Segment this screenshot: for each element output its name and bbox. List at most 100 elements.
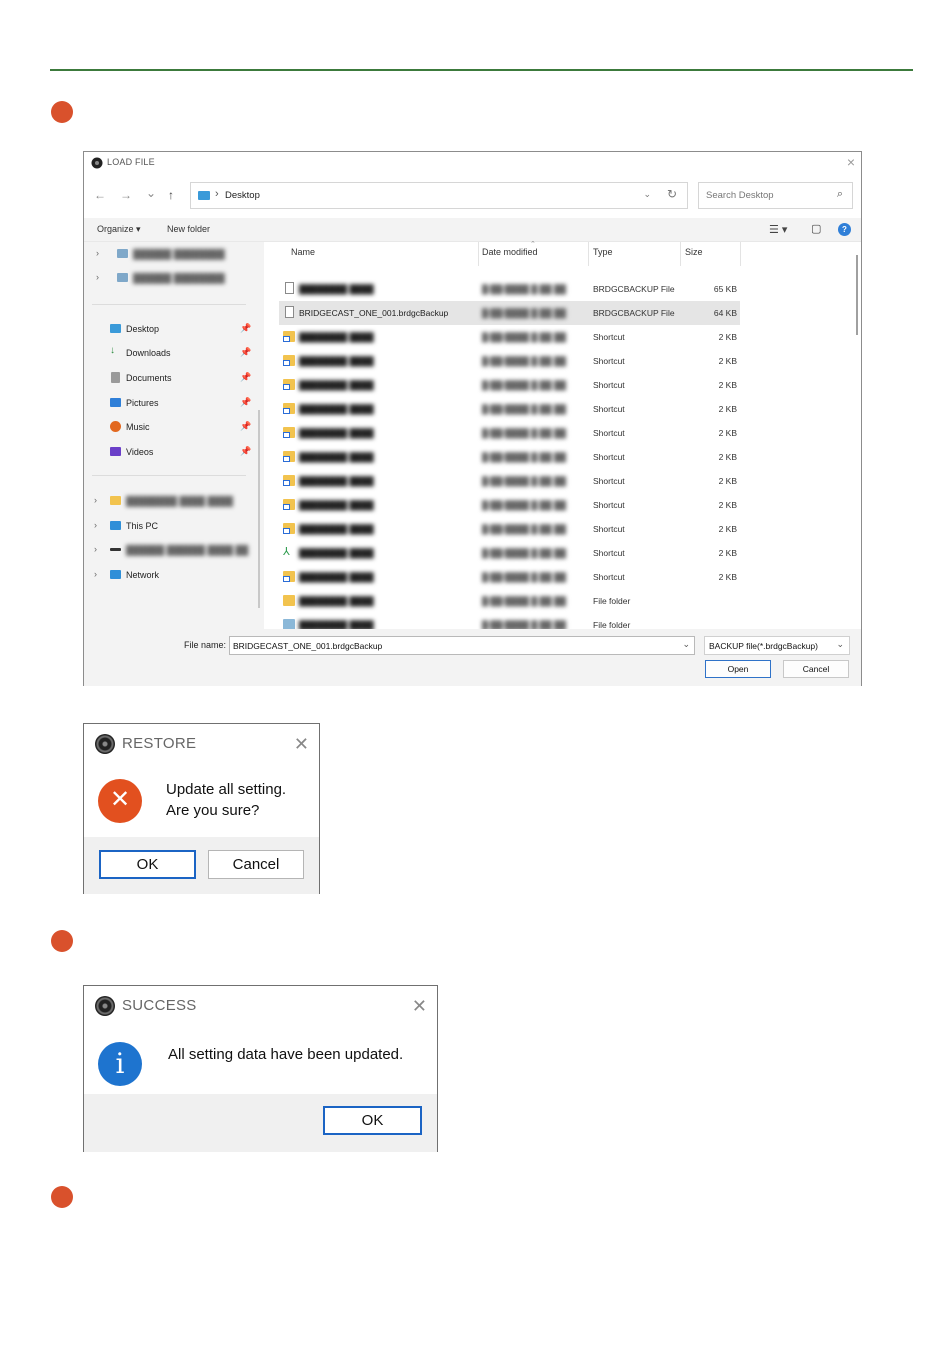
cancel-button[interactable]: Cancel xyxy=(783,660,849,678)
file-list-scrollbar[interactable] xyxy=(856,255,858,335)
sidebar-item-label: ██████ ████████ xyxy=(133,249,225,259)
table-row[interactable]: ████████ ████ █/██/████ █:██ ██ Shortcut 2 … xyxy=(279,397,740,421)
search-icon[interactable]: ⌕ xyxy=(837,188,843,201)
file-type-select[interactable]: BACKUP file(*.brdgcBackup) ⌄ xyxy=(704,636,850,655)
close-icon[interactable]: ✕ xyxy=(294,731,309,757)
sidebar-item-pictures[interactable]: Pictures 📌 xyxy=(84,395,254,413)
success-dialog: SUCCESS ✕ i All setting data have been u… xyxy=(83,985,438,1152)
table-row[interactable]: ████████ ████ █/██/████ █:██ ██ Shortcut 2 … xyxy=(279,517,740,541)
refresh-icon[interactable]: ↻ xyxy=(667,187,677,201)
column-header-name[interactable]: Name xyxy=(291,247,315,267)
sidebar-item-downloads[interactable]: ↓ Downloads 📌 xyxy=(84,345,254,363)
column-separator[interactable] xyxy=(588,242,589,266)
sidebar-item-documents[interactable]: Documents 📌 xyxy=(84,370,254,388)
file-date-cell: █/██/████ █:██ ██ xyxy=(482,404,567,414)
pin-icon[interactable]: 📌 xyxy=(240,421,251,432)
up-arrow-icon[interactable]: ↑ xyxy=(168,188,174,202)
table-row[interactable]: ████████ ████ █/██/████ █:██ ██ File folde… xyxy=(279,589,740,613)
sidebar-item-desktop[interactable]: Desktop 📌 xyxy=(84,321,254,339)
pin-icon[interactable]: 📌 xyxy=(240,347,251,358)
search-input[interactable]: Search Desktop ⌕ xyxy=(698,182,853,209)
chevron-right-icon[interactable]: › xyxy=(94,520,97,530)
app-icon xyxy=(95,734,115,754)
ok-button[interactable]: OK xyxy=(99,850,196,879)
ok-button[interactable]: OK xyxy=(323,1106,422,1135)
file-size-cell: 2 KB xyxy=(718,380,737,390)
close-icon[interactable]: × xyxy=(847,154,855,170)
table-row[interactable]: ████████ ████ █/██/████ █:██ ██ BRDGCBACKU… xyxy=(279,277,740,301)
breadcrumb-desktop[interactable]: Desktop xyxy=(225,190,260,201)
back-arrow-icon[interactable]: ← xyxy=(94,188,106,202)
file-date-cell: █/██/████ █:██ ██ xyxy=(482,308,567,318)
help-icon[interactable]: ? xyxy=(838,223,851,236)
file-name-cell: ████████ ████ xyxy=(299,572,374,582)
sidebar-item-blurred[interactable]: › ██████ ████████ xyxy=(84,246,254,264)
column-separator[interactable] xyxy=(680,242,681,266)
address-bar[interactable]: › Desktop ⌄ ↻ xyxy=(190,182,688,209)
chevron-down-icon[interactable]: ⌄ xyxy=(836,639,844,650)
table-row[interactable]: BRIDGECAST_ONE_001.brdgcBackup █/██/████ … xyxy=(279,301,740,325)
navigation-pane: › ██████ ████████ › ██████ ████████ Desk… xyxy=(84,242,264,629)
table-row[interactable]: ████████ ████ █/██/████ █:██ ██ Shortcut 2 … xyxy=(279,349,740,373)
close-icon[interactable]: ✕ xyxy=(412,993,427,1019)
column-separator[interactable] xyxy=(478,242,479,266)
step-marker-2 xyxy=(51,930,73,952)
table-row[interactable]: ████████ ████ █/██/████ █:██ ██ Shortcut 2 … xyxy=(279,325,740,349)
table-row[interactable]: ████████ ████ █/██/████ █:██ ██ Shortcut 2 … xyxy=(279,421,740,445)
sidebar-item-blurred[interactable]: › ██████ ██████ ████ ██ xyxy=(84,542,254,560)
file-name-cell: ████████ ████ xyxy=(299,524,374,534)
file-date-cell: █/██/████ █:██ ██ xyxy=(482,572,567,582)
cancel-button[interactable]: Cancel xyxy=(208,850,304,879)
chevron-right-icon[interactable]: › xyxy=(96,272,99,282)
table-row[interactable]: ████████ ████ █/██/████ █:██ ██ Shortcut 2 … xyxy=(279,373,740,397)
shortcut-folder-icon xyxy=(283,355,295,366)
file-size-cell: 2 KB xyxy=(718,428,737,438)
file-name-input[interactable]: BRIDGECAST_ONE_001.brdgcBackup ⌄ xyxy=(229,636,695,655)
pictures-icon xyxy=(110,398,121,407)
table-row[interactable]: ████████ ████ █/██/████ █:██ ██ Shortcut 2 … xyxy=(279,445,740,469)
header-rule xyxy=(50,69,913,71)
view-options-icon[interactable]: ☰ ▾ xyxy=(769,223,787,236)
table-row[interactable]: ████████ ████ █/██/████ █:██ ██ Shortcut 2 … xyxy=(279,565,740,589)
pin-icon[interactable]: 📌 xyxy=(240,397,251,408)
chevron-right-icon[interactable]: › xyxy=(96,248,99,258)
table-row[interactable]: ████████ ████ █/██/████ █:██ ██ Shortcut 2 … xyxy=(279,493,740,517)
preview-pane-icon[interactable]: ▢ xyxy=(811,222,821,235)
chevron-right-icon[interactable]: › xyxy=(94,544,97,554)
file-date-cell: █/██/████ █:██ ██ xyxy=(482,428,567,438)
column-header-size[interactable]: Size xyxy=(685,247,703,267)
file-type-cell: File folder xyxy=(593,596,631,606)
pin-icon[interactable]: 📌 xyxy=(240,446,251,457)
navigation-scrollbar[interactable] xyxy=(258,410,260,608)
sidebar-item-videos[interactable]: Videos 📌 xyxy=(84,444,254,462)
error-icon: ✕ xyxy=(98,779,142,823)
file-date-cell: █/██/████ █:██ ██ xyxy=(482,524,567,534)
sidebar-item-music[interactable]: Music 📌 xyxy=(84,419,254,437)
sidebar-item-label: Music xyxy=(126,422,150,432)
organize-button[interactable]: Organize ▾ xyxy=(97,224,141,235)
recent-locations-icon[interactable]: ⌄ xyxy=(146,186,156,200)
table-row[interactable]: ⅄ ████████ ████ █/██/████ █:██ ██ Shortcut 2… xyxy=(279,541,740,565)
sidebar-item-blurred[interactable]: › ████████ ████ ████ xyxy=(84,493,254,511)
column-header-date[interactable]: Date modified xyxy=(482,247,538,267)
pin-icon[interactable]: 📌 xyxy=(240,323,251,334)
sidebar-item-this-pc[interactable]: › This PC xyxy=(84,518,254,536)
column-separator[interactable] xyxy=(740,242,741,266)
column-header-type[interactable]: Type xyxy=(593,247,613,267)
sidebar-item-network[interactable]: › Network xyxy=(84,567,254,585)
chevron-down-icon[interactable]: ⌄ xyxy=(643,189,651,200)
chevron-right-icon[interactable]: › xyxy=(94,495,97,505)
sidebar-item-blurred[interactable]: › ██████ ████████ xyxy=(84,270,254,288)
open-button[interactable]: Open xyxy=(705,660,771,678)
table-row[interactable]: ████████ ████ █/██/████ █:██ ██ Shortcut 2 … xyxy=(279,469,740,493)
shortcut-folder-icon xyxy=(283,451,295,462)
chevron-right-icon[interactable]: › xyxy=(94,569,97,579)
pin-icon[interactable]: 📌 xyxy=(240,372,251,383)
new-folder-button[interactable]: New folder xyxy=(167,224,210,234)
file-date-cell: █/██/████ █:██ ██ xyxy=(482,332,567,342)
sidebar-item-label: ██████ ██████ ████ ██ xyxy=(126,545,249,555)
videos-icon xyxy=(110,447,121,456)
chevron-down-icon[interactable]: ⌄ xyxy=(682,639,690,650)
forward-arrow-icon[interactable]: → xyxy=(120,188,132,202)
file-date-cell: █/██/████ █:██ ██ xyxy=(482,548,567,558)
